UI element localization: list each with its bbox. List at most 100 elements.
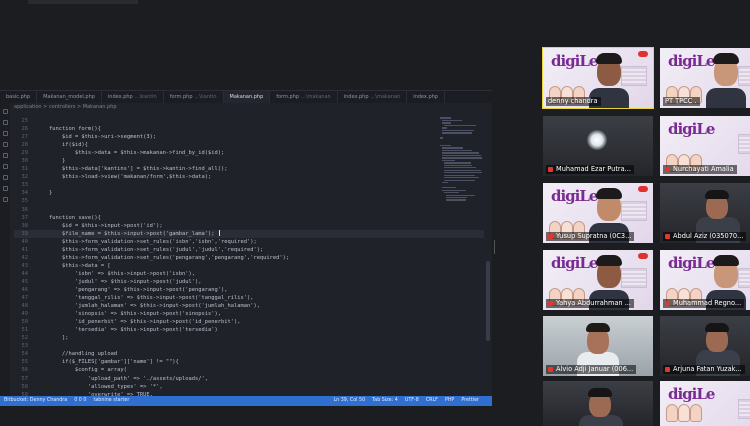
mascot-illustration bbox=[666, 398, 706, 422]
code-line[interactable]: 54 //handling upload bbox=[14, 350, 484, 358]
participant-name: Alvio Adji Januar (006... bbox=[556, 365, 634, 373]
participant-tile[interactable]: digiLe PT TPCC . bbox=[660, 48, 750, 108]
code-line[interactable]: 44 'isbn' => $this->input->post('isbn'), bbox=[14, 270, 484, 278]
participant-tile[interactable]: Alvio Adji Januar (006... bbox=[543, 316, 653, 376]
code-line[interactable]: 43 $this->data = [ bbox=[14, 262, 484, 270]
tab-1[interactable]: Makanan_model.php bbox=[37, 91, 102, 103]
line-text: function save(){ bbox=[36, 214, 101, 221]
code-line[interactable]: 25 bbox=[14, 117, 484, 125]
status-item[interactable]: 0 0 0 bbox=[74, 398, 86, 403]
explorer-icon[interactable] bbox=[2, 109, 8, 114]
line-number: 49 bbox=[21, 311, 29, 318]
code-line[interactable]: 35 bbox=[14, 197, 484, 205]
mic-muted-icon bbox=[665, 167, 670, 172]
participant-tile[interactable]: Abdul Aziz (035070... bbox=[660, 183, 750, 243]
line-text: 'jumlah_halaman' => $this->input->post('… bbox=[36, 303, 260, 310]
code-line[interactable]: 42 $this->form_validation->set_rules('pe… bbox=[14, 254, 484, 262]
code-line[interactable]: 53 bbox=[14, 342, 484, 350]
code-line[interactable]: 48 'jumlah_halaman' => $this->input->pos… bbox=[14, 302, 484, 310]
code-line[interactable]: 57 'upload_path' => './assets/uploads/', bbox=[14, 375, 484, 383]
code-line[interactable]: 27 $id = $this->uri->segment(3); bbox=[14, 133, 484, 141]
accounts-icon[interactable] bbox=[2, 186, 8, 191]
tab-2[interactable]: index.php ...\kantin bbox=[102, 91, 164, 103]
code-line[interactable]: 33 bbox=[14, 181, 484, 189]
participant-name: Yahya Abdurrahman ... bbox=[556, 299, 631, 307]
participant-tile[interactable]: digiLe denny chandra bbox=[542, 47, 654, 109]
code-line[interactable]: 58 'allowed_types' => '*', bbox=[14, 383, 484, 391]
code-line[interactable]: 36 bbox=[14, 206, 484, 214]
line-number: 42 bbox=[21, 254, 29, 261]
code-area[interactable]: 25 26 function form(){27 $id = $this->uri… bbox=[14, 117, 484, 397]
line-number: 44 bbox=[21, 270, 29, 277]
line-number: 38 bbox=[21, 222, 29, 229]
mic-muted-icon bbox=[548, 367, 553, 372]
code-line[interactable]: 39 $file_name = $this->input->post('gamb… bbox=[14, 229, 484, 238]
tab-0[interactable]: basic.php bbox=[0, 91, 38, 103]
source-control-icon[interactable] bbox=[2, 131, 8, 136]
status-item[interactable]: Prettier bbox=[461, 398, 479, 403]
code-line[interactable]: 47 'tanggal_rilis' => $this->input->post… bbox=[14, 294, 484, 302]
tab-4[interactable]: Makanan.php bbox=[223, 91, 271, 103]
line-text: $id = $this->uri->segment(3); bbox=[36, 134, 157, 141]
remote-icon[interactable] bbox=[2, 164, 8, 169]
code-line[interactable]: 51 'tersedia' => $this->input->post('ter… bbox=[14, 326, 484, 334]
code-line[interactable]: 34 } bbox=[14, 189, 484, 197]
line-number: 52 bbox=[21, 335, 29, 342]
minimap[interactable] bbox=[438, 115, 482, 201]
status-item[interactable]: UTF-8 bbox=[405, 398, 419, 403]
code-line[interactable]: 46 'pengarang' => $this->input->post('pe… bbox=[14, 286, 484, 294]
code-line[interactable]: 50 'id_penerbit' => $this->input->post('… bbox=[14, 318, 484, 326]
tab-5[interactable]: form.php ...\makanan bbox=[270, 91, 338, 103]
participant-name-label: Arjuna Fatan Yuzak... bbox=[663, 365, 745, 374]
code-line[interactable]: 45 'judul' => $this->input->post('judul'… bbox=[14, 278, 484, 286]
participant-hair bbox=[713, 255, 739, 266]
code-line[interactable]: 28 if($id){ bbox=[14, 141, 484, 149]
status-item[interactable]: tabnine starter bbox=[93, 398, 129, 403]
background-text-block bbox=[738, 134, 750, 154]
participant-tile[interactable]: digiLe Muhammad Regno... bbox=[660, 250, 750, 310]
line-number: 43 bbox=[21, 262, 29, 269]
participant-tile[interactable] bbox=[543, 381, 653, 426]
debug-icon[interactable] bbox=[2, 142, 8, 147]
status-item[interactable]: Ln 39, Col 50 bbox=[334, 398, 366, 403]
status-item[interactable]: PHP bbox=[445, 398, 454, 403]
participant-tile[interactable]: Muhamad Ezar Putra... bbox=[543, 116, 653, 176]
code-line[interactable]: 29 $this->data = $this->makanan->find_by… bbox=[14, 149, 484, 157]
minimap-line bbox=[440, 144, 451, 147]
extensions-icon[interactable] bbox=[2, 153, 8, 158]
settings-gear-icon[interactable] bbox=[2, 197, 8, 202]
code-line[interactable]: 30 } bbox=[14, 157, 484, 165]
line-text: 'judul' => $this->input->post('judul'), bbox=[36, 278, 202, 285]
status-item[interactable]: CRLF bbox=[426, 398, 438, 403]
code-line[interactable]: 37 function save(){ bbox=[14, 214, 484, 222]
search-icon[interactable] bbox=[2, 120, 8, 125]
code-line[interactable]: 31 $this->data['kantins'] = $this->kanti… bbox=[14, 165, 484, 173]
code-line[interactable]: 40 $this->form_validation->set_rules('is… bbox=[14, 238, 484, 246]
code-line[interactable]: 56 $config = array( bbox=[14, 366, 484, 374]
participant-tile[interactable]: digiLe Nurchayati Amalia bbox=[660, 116, 750, 176]
participant-hair bbox=[705, 323, 729, 332]
status-item[interactable]: Tab Size: 4 bbox=[372, 398, 398, 403]
code-line[interactable]: 55 if($_FILES['gambar']['name'] != ""){ bbox=[14, 358, 484, 366]
code-line[interactable]: 38 $id = $this->input->post('id'); bbox=[14, 222, 484, 230]
line-text: 'id_penerbit' => $this->input->post('id_… bbox=[36, 319, 241, 326]
code-line[interactable]: 26 function form(){ bbox=[14, 125, 484, 133]
code-line[interactable]: 49 'sinopsis' => $this->input->post('sin… bbox=[14, 310, 484, 318]
participant-name-label: Abdul Aziz (035070... bbox=[663, 232, 747, 241]
participant-tile[interactable]: digiLe Yusup Supratna (0C3... bbox=[543, 183, 653, 243]
tab-3[interactable]: form.php ...\kantin bbox=[164, 91, 224, 103]
code-line[interactable]: 52 ]; bbox=[14, 334, 484, 342]
line-text: $this->data = $this->makanan->find_by_id… bbox=[36, 150, 225, 157]
tab-7[interactable]: index.php bbox=[407, 91, 445, 103]
participant-tile[interactable]: digiLe bbox=[660, 381, 750, 426]
breadcrumb[interactable]: application > controllers > Makanan.php bbox=[14, 104, 117, 110]
tab-6[interactable]: index.php ...\makanan bbox=[338, 91, 408, 103]
editor-scrollbar[interactable] bbox=[486, 261, 490, 341]
testing-icon[interactable] bbox=[2, 175, 8, 180]
code-line[interactable]: 32 $this->load->view('makanan/form',$thi… bbox=[14, 173, 484, 181]
participant-tile[interactable]: Arjuna Fatan Yuzak... bbox=[660, 316, 750, 376]
participant-tile[interactable]: digiLe Yahya Abdurrahman ... bbox=[543, 250, 653, 310]
code-line[interactable]: 41 $this->form_validation->set_rules('ju… bbox=[14, 246, 484, 254]
status-item[interactable]: Bitbucket: Denny Chandra bbox=[4, 398, 67, 403]
pane-divider[interactable] bbox=[494, 240, 495, 254]
